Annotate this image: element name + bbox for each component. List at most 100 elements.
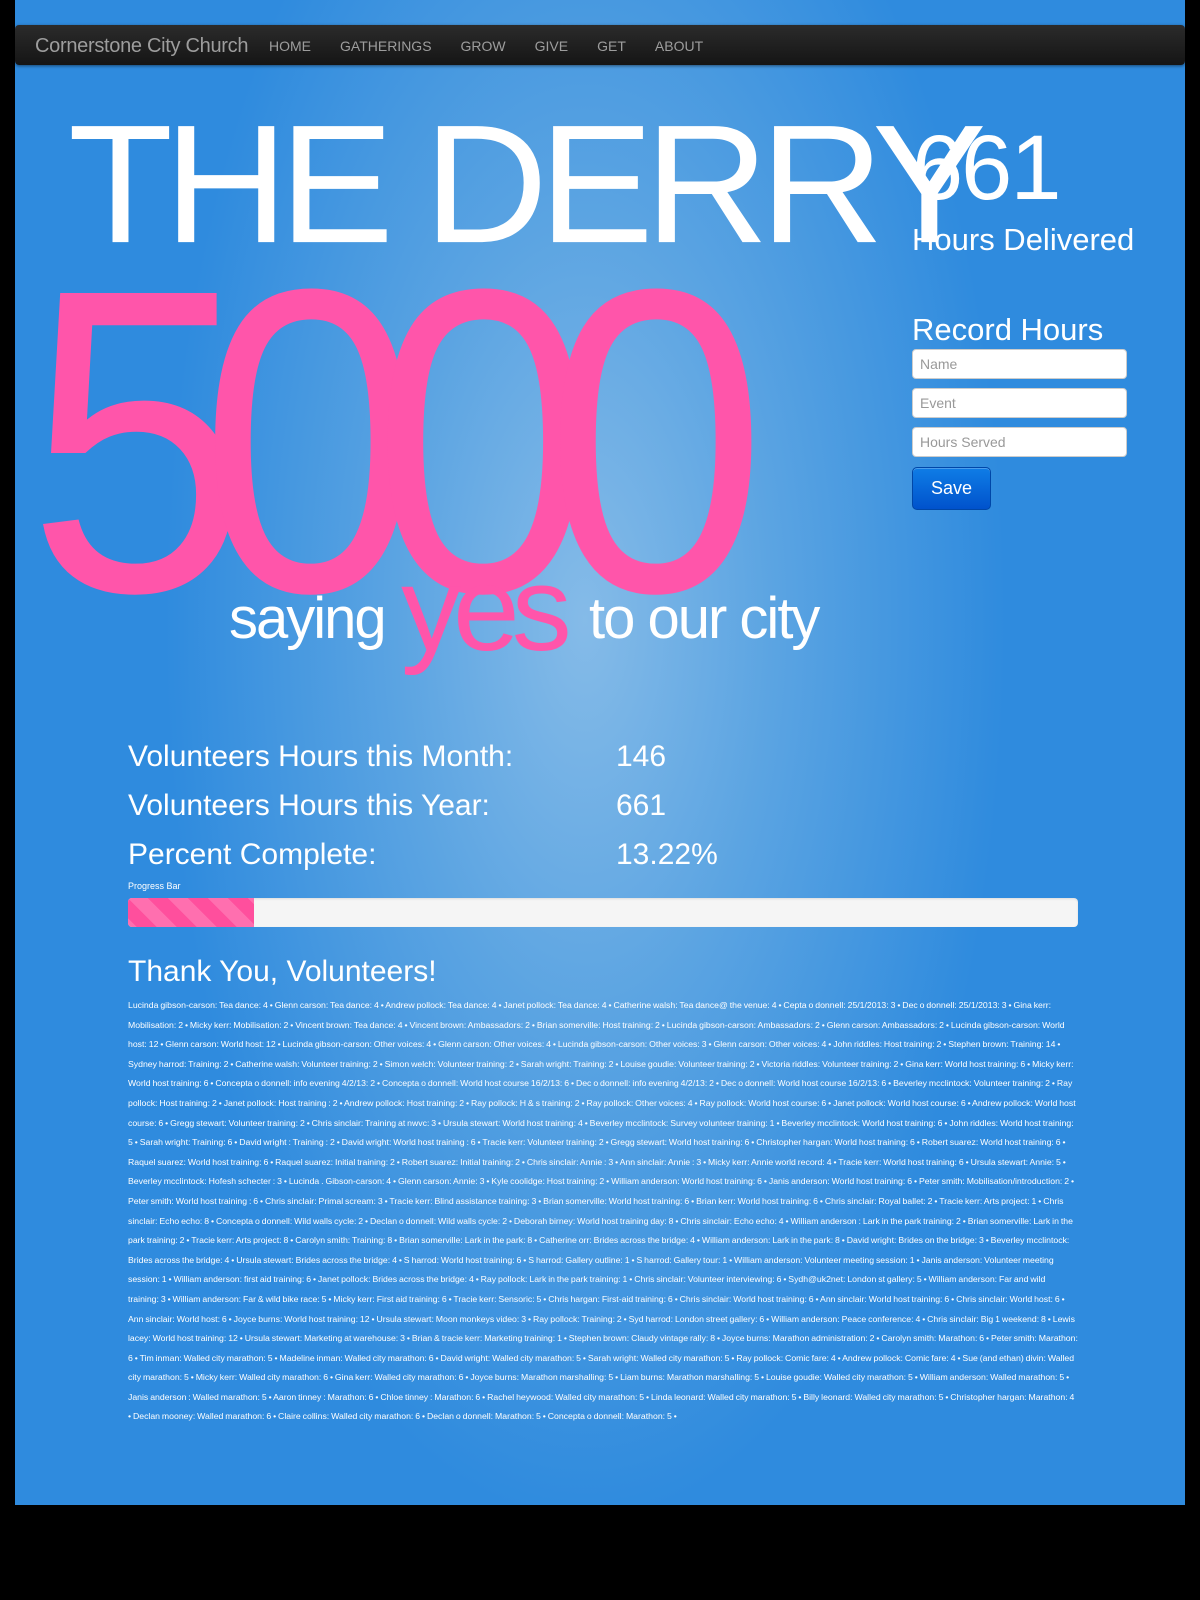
volunteer-entry: Beverley mcclintock: Hofesh schecter : 3 [128,1176,282,1187]
volunteer-entry: Liam burns: Marathon marshalling: 5 [620,1372,760,1383]
volunteer-entry: Madeline inman: Walled city marathon: 6 [279,1352,434,1363]
volunteer-entry: William anderson : Lark in the park trai… [790,1215,961,1226]
volunteer-entry: Chris sinclair: Volunteer interviewing: … [634,1274,782,1285]
volunteer-list: Lucinda gibson-carson: Tea dance: 4 • Gl… [128,1000,1078,1422]
volunteers-title: Thank You, Volunteers! [128,955,437,988]
volunteer-entry: Declan mooney: Walled marathon: 6 [132,1411,272,1422]
volunteer-entry: Janet pollock: World host course: 6 [833,1097,966,1108]
year-hours-value: 661 [616,789,667,822]
volunteer-entry: Lucinda . Gibson-carson: 4 [288,1176,392,1187]
nav-item-gatherings[interactable]: GATHERINGS [340,25,432,67]
volunteer-entry: Brian somerville: Host training: 2 [536,1019,660,1030]
volunteer-entry: William anderson: Far & wild bike race: … [172,1293,327,1304]
volunteer-entry: Ann sinclair: Annie : 3 [619,1156,702,1167]
volunteer-entry: S harrod: World host training: 6 [403,1254,522,1265]
tagline-saying: saying [229,586,387,651]
volunteer-entry: Glenn carson: Ambassadors: 2 [826,1019,944,1030]
volunteer-entry: Micky kerr: First aid training: 6 [333,1293,447,1304]
volunteer-entry: Micky kerr: Annie world record: 4 [708,1156,832,1167]
volunteer-entry: Ursula stewart: Brides across the bridge… [236,1254,397,1265]
volunteer-entry: Linda leonard: Walled city marathon: 5 [651,1391,797,1402]
volunteer-entry: Chris sinclair: Royal ballet: 2 [824,1195,933,1206]
volunteer-entry: Catherine orr: Brides across the bridge:… [539,1235,695,1246]
event-input[interactable] [912,388,1127,418]
volunteer-entry: Sydh@uk2net: London st gallery: 5 [788,1274,922,1285]
volunteer-entry: Gina kerr: World host training: 6 [905,1058,1026,1069]
volunteer-entry: Brian somerville: World host training: 6 [543,1195,690,1206]
volunteer-entry: Ray pollock: Comic fare: 4 [736,1352,836,1363]
nav-item-grow[interactable]: GROW [461,25,506,67]
volunteer-entry: Catherine walsh: Tea dance@ the venue: 4 [613,1000,777,1010]
volunteer-entry: Peter smith: World host training : 6 [128,1195,259,1206]
nav-menu: HOME GATHERINGS GROW GIVE GET ABOUT [269,25,732,67]
month-hours-label: Volunteers Hours this Month: [128,740,514,773]
volunteer-entry: Janis anderson: World host training: 6 [768,1176,913,1187]
volunteer-entry: Louise goudie: Walled city marathon: 5 [765,1372,913,1383]
volunteer-entry: S harrod: Gallery tour: 1 [636,1254,728,1265]
volunteer-entry: Dec o donnell: 25/1/2013: 3 [902,1000,1007,1010]
month-hours-value: 146 [616,740,667,773]
volunteer-entry: Beverley mcclintock: Volunteer training:… [893,1078,1050,1089]
volunteer-entry: Joyce burns: Marathon marshalling: 5 [470,1372,614,1383]
volunteer-entry: Joyce burns: Marathon administration: 2 [721,1333,875,1344]
volunteer-entry: Gregg stewart: Volunteer training: 2 [170,1117,305,1128]
record-hours-title: Record Hours [912,312,1104,347]
volunteer-entry: William anderson: World host training: 6 [611,1176,762,1187]
hours-served-input[interactable] [912,427,1127,457]
volunteer-entry: Ann sinclair: World host: 6 [128,1313,227,1324]
nav-item-get[interactable]: GET [597,25,626,67]
volunteer-entry: Concepta o donnell: Wild walls cycle: 2 [215,1215,364,1226]
page-canvas: Cornerstone City Church HOME GATHERINGS … [15,0,1185,1505]
volunteer-entry: Ursula stewart: World host training: 4 [443,1117,583,1128]
volunteer-entry: Claire collins: Walled city marathon: 6 [278,1411,421,1422]
nav-item-home[interactable]: HOME [269,25,311,67]
nav-item-about[interactable]: ABOUT [655,25,703,67]
volunteer-entry: Brian & tracie kerr: Marketing training:… [411,1333,562,1344]
volunteer-entry: Ray pollock: Training: 2 [532,1313,622,1324]
volunteer-entry: Sarah wright: Training: 6 [139,1137,233,1148]
hours-delivered-label: Hours Delivered [912,222,1135,257]
volunteer-entry: Tim inman: Walled city marathon: 5 [139,1352,273,1363]
nav-item-give[interactable]: GIVE [535,25,568,67]
volunteer-entry: Micky kerr: Walled city marathon: 6 [195,1372,329,1383]
volunteer-entry: Brian somerville: Lark in the park: 8 [399,1235,533,1246]
volunteer-entry: Joyce burns: World host training: 12 [233,1313,370,1324]
progress-caption: Progress Bar [128,881,181,891]
volunteer-entry: Vincent brown: Tea dance: 4 [295,1019,403,1030]
volunteer-entry: Dec o donnell: info evening 4/2/13: 2 [575,1078,714,1089]
volunteer-entry: Ray pollock: H & s training: 2 [471,1097,580,1108]
volunteer-entry: Beverley mcclintock: Survey volunteer tr… [589,1117,775,1128]
save-button[interactable]: Save [912,467,991,510]
volunteer-entry: Glenn carson: Annie: 3 [398,1176,485,1187]
volunteer-entry: Andrew pollock: Host training: 2 [343,1097,465,1108]
volunteer-entry: Tracie kerr: Sensoric: 5 [453,1293,542,1304]
volunteer-entry: William anderson: first aid training: 6 [173,1274,312,1285]
brand-link[interactable]: Cornerstone City Church [35,25,249,67]
progress-bar [128,898,1078,927]
volunteer-entry: Dec o donnell: World host course 16/2/13… [720,1078,887,1089]
progress-bar-fill [128,898,254,927]
volunteer-entry: William anderson: Walled marathon: 5 [919,1372,1065,1383]
volunteer-entry: Glenn carson: Tea dance: 4 [274,1000,379,1010]
name-input[interactable] [912,349,1127,379]
volunteer-entry: William anderson: Volunteer meeting sess… [734,1254,915,1265]
volunteer-entry: Vincent brown: Ambassadors: 2 [409,1019,530,1030]
volunteer-entry: David wright : Training : 2 [239,1137,335,1148]
volunteer-entry: Ursula stewart: Annie: 5 [970,1156,1061,1167]
volunteer-entry: Lucinda gibson-carson: Tea dance: 4 [128,1000,268,1010]
volunteer-entry: Robert suarez: World host training: 6 [921,1137,1061,1148]
volunteer-entry: Carolyn smith: Marathon: 6 [881,1333,985,1344]
volunteer-entry: Aaron tinney : Marathon: 6 [273,1391,374,1402]
volunteer-entry: Chris sinclair: Primal scream: 3 [264,1195,383,1206]
volunteer-entry: David wright: Walled city marathon: 5 [440,1352,582,1363]
volunteer-entry: Robert suarez: Initial training: 2 [401,1156,520,1167]
volunteer-entry: Chris sinclair: Training at nwvc: 3 [311,1117,437,1128]
volunteer-entry: Glenn carson: Other voices: 4 [438,1039,552,1050]
volunteer-entry: Ursula stewart: Marketing at warehouse: … [244,1333,405,1344]
tagline-yes: yes [401,542,572,676]
volunteer-entry: Louise goudie: Volunteer training: 2 [620,1058,755,1069]
volunteer-entry: Raquel suarez: Initial training: 2 [275,1156,395,1167]
volunteer-entry: Sarah wright: Training: 2 [520,1058,614,1069]
volunteer-entry: Andrew pollock: Comic fare: 4 [842,1352,956,1363]
volunteer-entry: Syd harrod: London street gallery: 6 [628,1313,765,1324]
